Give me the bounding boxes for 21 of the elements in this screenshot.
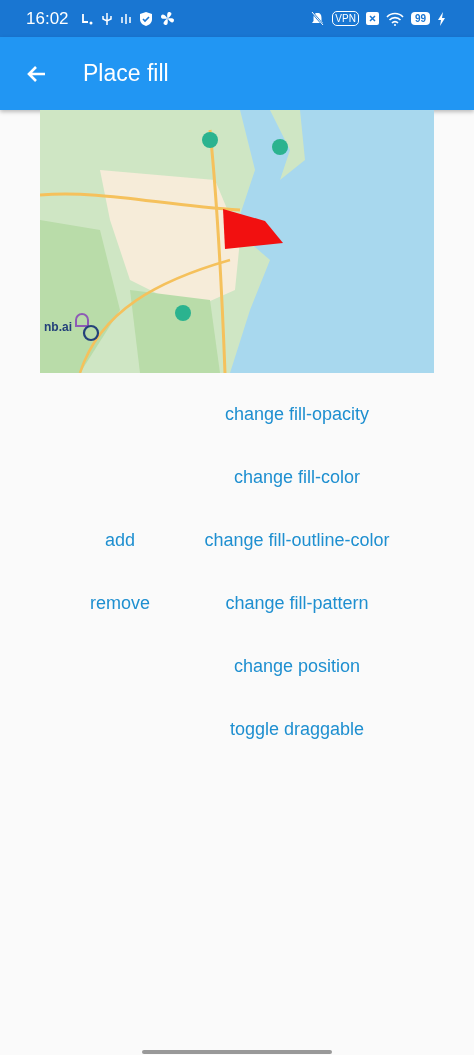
text-button[interactable]: add <box>96 509 143 572</box>
fan-icon <box>159 11 175 26</box>
text-button[interactable]: remove <box>82 572 158 635</box>
usb-icon <box>100 11 113 26</box>
text-button[interactable]: change fill-color <box>225 446 369 509</box>
text-button[interactable]: change position <box>225 635 369 698</box>
battery-level: 99 <box>410 12 430 25</box>
text-button[interactable]: toggle draggable <box>221 698 373 761</box>
sim-off-icon <box>365 12 379 25</box>
charging-icon <box>437 11 446 26</box>
status-time: 16:02 <box>26 8 69 29</box>
shield-icon <box>138 11 153 26</box>
mute-bell-icon <box>310 11 326 26</box>
text-button[interactable]: change fill-pattern <box>217 572 377 635</box>
wifi-icon <box>385 11 404 26</box>
text-button[interactable]: change fill-outline-color <box>196 509 398 572</box>
text-button[interactable]: change fill-opacity <box>216 383 378 446</box>
signal-icon <box>119 12 132 25</box>
vpn-badge: VPN <box>332 11 359 26</box>
screen-title: Place fill <box>83 60 169 87</box>
map-logo: nb.ai <box>44 312 102 342</box>
